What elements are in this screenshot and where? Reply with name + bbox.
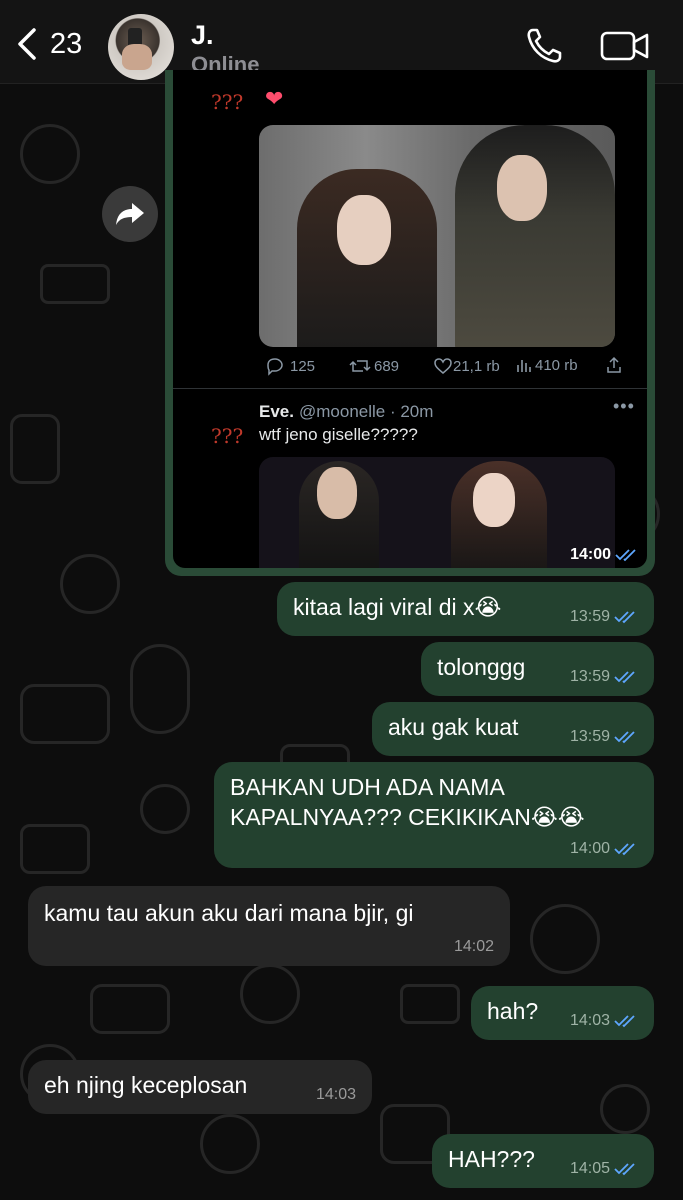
tweet-author-name: Eve. — [259, 402, 294, 421]
unread-count: 23 — [50, 27, 83, 60]
message-timestamp: 14:00 — [570, 546, 639, 564]
message-timestamp: 14:03 — [315, 1086, 356, 1103]
message-bubble-outgoing[interactable]: hah? 14:03 — [471, 986, 654, 1040]
retweet-icon — [349, 360, 371, 372]
message-text: kitaa lagi viral di x😭 — [293, 594, 502, 620]
tweet-photo — [259, 125, 615, 347]
tweet-handle: @moonelle · 20m — [299, 402, 434, 421]
message-text: aku gak kuat — [388, 714, 519, 740]
forward-arrow-icon — [116, 203, 144, 225]
views-icon — [517, 360, 531, 372]
message-timestamp: 14:02 — [453, 938, 494, 955]
heart-emoji-icon: ❤ — [265, 86, 284, 111]
double-check-icon — [614, 1015, 635, 1028]
message-text-line: KAPALNYAA??? CEKIKIKAN😭😭 — [230, 804, 585, 830]
video-camera-icon — [600, 31, 649, 61]
avatar-placeholder-text: ??? — [211, 90, 244, 114]
message-bubble-incoming[interactable]: kamu tau akun aku dari mana bjir, gi 14:… — [28, 886, 510, 966]
tweet-photo — [259, 457, 615, 568]
phone-icon — [527, 28, 562, 63]
double-check-icon — [614, 843, 635, 856]
message-bubble-outgoing[interactable]: aku gak kuat 13:59 — [372, 702, 654, 756]
message-text: hah? — [487, 998, 539, 1024]
reply-stat: 125 — [265, 356, 315, 376]
tweet-screenshot[interactable]: ??? ❤ 125 689 21,1 rb 410 rb ??? Eve. @m… — [173, 70, 647, 568]
message-text: eh njing keceplosan — [44, 1072, 248, 1098]
message-bubble-outgoing[interactable]: BAHKAN UDH ADA NAMA KAPALNYAA??? CEKIKIK… — [214, 762, 654, 868]
message-text: HAH??? — [448, 1146, 535, 1172]
video-call-button[interactable] — [600, 30, 650, 62]
message-timestamp: 14:03 — [570, 1012, 638, 1030]
message-text: tolonggg — [437, 654, 526, 680]
views-stat: 410 rb — [515, 356, 578, 374]
double-check-icon — [614, 611, 635, 624]
message-timestamp: 13:59 — [570, 728, 638, 746]
like-icon — [434, 358, 452, 374]
tweet-divider — [173, 388, 647, 389]
message-bubble-outgoing[interactable]: kitaa lagi viral di x😭 13:59 — [277, 582, 654, 636]
media-message[interactable]: ??? ❤ 125 689 21,1 rb 410 rb ??? Eve. @m… — [165, 70, 655, 576]
message-bubble-outgoing[interactable]: tolonggg 13:59 — [421, 642, 654, 696]
double-check-icon — [614, 671, 635, 684]
back-button[interactable]: 23 — [14, 24, 94, 64]
message-timestamp: 14:00 — [570, 840, 638, 858]
like-stat: 21,1 rb — [433, 356, 500, 376]
double-check-icon — [614, 1163, 635, 1176]
message-timestamp: 14:05 — [570, 1160, 638, 1178]
share-icon — [607, 356, 621, 373]
forward-button[interactable] — [102, 186, 158, 242]
double-check-icon — [614, 731, 635, 744]
reply-icon — [267, 358, 283, 376]
message-text: kamu tau akun aku dari mana bjir, gi — [44, 900, 414, 926]
call-button[interactable] — [524, 26, 564, 66]
message-timestamp: 13:59 — [570, 608, 638, 626]
share-stat — [605, 356, 623, 374]
contact-name[interactable]: J. — [191, 20, 214, 51]
message-bubble-incoming[interactable]: eh njing keceplosan 14:03 — [28, 1060, 372, 1114]
double-check-icon — [615, 549, 636, 562]
chevron-left-icon — [18, 28, 36, 60]
more-icon: ••• — [613, 396, 635, 416]
retweet-stat: 689 — [349, 356, 399, 376]
message-bubble-outgoing[interactable]: HAH??? 14:05 — [432, 1134, 654, 1188]
avatar-placeholder-text: ??? — [211, 424, 244, 448]
tweet-text: wtf jeno giselle????? — [259, 425, 418, 444]
message-text-line: BAHKAN UDH ADA NAMA — [230, 774, 505, 800]
message-timestamp: 13:59 — [570, 668, 638, 686]
